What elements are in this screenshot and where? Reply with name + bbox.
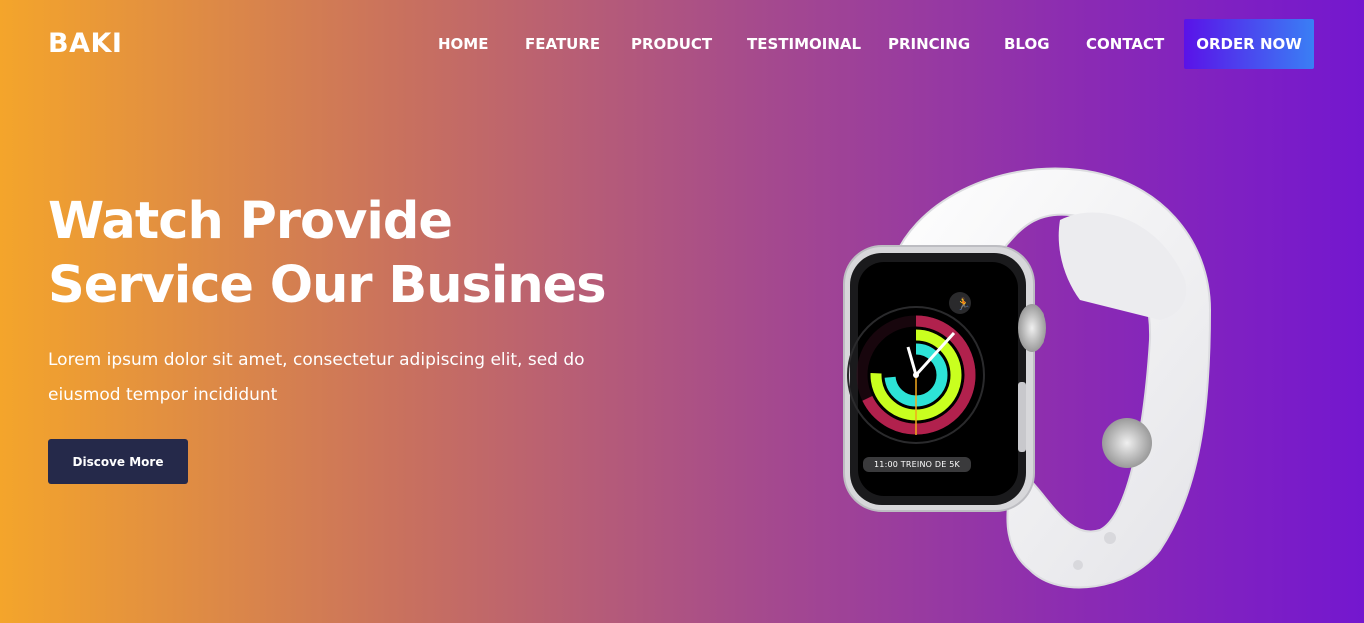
nav-item-blog[interactable]: BLOG bbox=[1004, 35, 1050, 53]
svg-text:🏃: 🏃 bbox=[956, 297, 971, 311]
hero-title-line1: Watch Provide bbox=[48, 192, 453, 251]
watch-image: 🏃 bbox=[843, 167, 1212, 589]
band-clasp bbox=[1102, 418, 1152, 468]
order-now-button[interactable]: ORDER NOW bbox=[1184, 19, 1314, 69]
main-nav: HOME FEATURE PRODUCT TESTIMOINAL PRINCIN… bbox=[0, 35, 1364, 55]
hero-title: Watch Provide Service Our Busines bbox=[48, 190, 668, 318]
hero-text: Lorem ipsum dolor sit amet, consectetur … bbox=[48, 350, 585, 405]
nav-item-product[interactable]: PRODUCT bbox=[631, 35, 712, 53]
discover-more-button[interactable]: Discove More bbox=[48, 439, 188, 484]
nav-item-testimonial[interactable]: TESTIMOINAL bbox=[747, 35, 861, 53]
watch-screen-caption: 11:00 TREINO DE 5K bbox=[874, 460, 960, 469]
nav-item-home[interactable]: HOME bbox=[438, 35, 488, 53]
nav-item-feature[interactable]: FEATURE bbox=[525, 35, 600, 53]
hero-title-line2: Service Our Busines bbox=[48, 256, 607, 315]
nav-item-pricing[interactable]: PRINCING bbox=[888, 35, 970, 53]
nav-item-contact[interactable]: CONTACT bbox=[1086, 35, 1164, 53]
